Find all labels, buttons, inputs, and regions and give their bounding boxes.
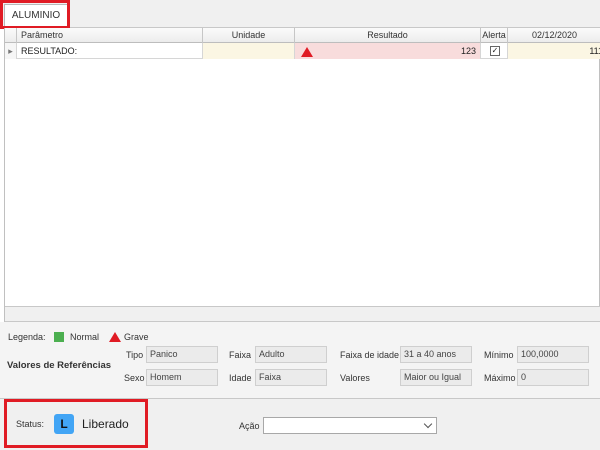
resultado-value: 123 — [460, 46, 476, 56]
column-header-unidade[interactable]: Unidade — [203, 28, 295, 43]
row-indicator-header — [5, 28, 17, 43]
maximo-field: 0 — [517, 369, 589, 386]
row-arrow-icon: ▸ — [8, 46, 13, 56]
tipo-label: Tipo — [126, 350, 144, 360]
minimo-field: 100,0000 — [517, 346, 589, 363]
grid-horizontal-scrollbar[interactable] — [5, 306, 600, 322]
status-value: Liberado — [82, 417, 129, 431]
idade-field: Faixa — [255, 369, 327, 386]
normal-legend-icon — [54, 332, 64, 342]
tab-aluminio[interactable]: ALUMINIO — [4, 4, 68, 28]
alerta-checkbox[interactable]: ✓ — [490, 46, 500, 56]
valores-field: Maior ou Igual — [400, 369, 472, 386]
idade-label: Idade — [229, 373, 252, 383]
tab-strip: ALUMINIO — [0, 0, 600, 28]
cell-resultado[interactable]: 123 — [295, 43, 481, 59]
table-row[interactable]: ▸ RESULTADO: 123 ✓ 111 — [5, 43, 600, 59]
status-badge: L — [54, 414, 74, 434]
faixa-label: Faixa — [229, 350, 252, 360]
acao-label: Ação — [239, 421, 260, 431]
checkmark-icon: ✓ — [491, 46, 499, 55]
results-grid: Parâmetro Unidade Resultado Alerta 02/12… — [4, 28, 600, 322]
historico-value: 111 — [589, 46, 600, 56]
cell-alerta[interactable]: ✓ — [481, 43, 508, 59]
valores-label: Valores — [340, 373, 370, 383]
maximo-label: Máximo — [484, 373, 516, 383]
cell-date-value[interactable]: 111 — [508, 43, 600, 59]
column-header-resultado[interactable]: Resultado — [295, 28, 481, 43]
chevron-down-icon[interactable] — [423, 419, 433, 429]
minimo-label: Mínimo — [484, 350, 514, 360]
grave-alert-icon — [301, 47, 313, 57]
legend-title: Legenda: — [8, 332, 46, 342]
sexo-field: Homem — [146, 369, 218, 386]
faixa-idade-field: 31 a 40 anos — [400, 346, 472, 363]
sexo-label: Sexo — [124, 373, 145, 383]
faixa-field: Adulto — [255, 346, 327, 363]
grid-header: Parâmetro Unidade Resultado Alerta 02/12… — [5, 28, 600, 43]
column-header-date[interactable]: 02/12/2020 — [508, 28, 600, 43]
legend-normal-label: Normal — [70, 332, 100, 342]
faixa-idade-label: Faixa de idade — [340, 350, 400, 360]
grave-legend-icon — [109, 332, 121, 342]
cell-unidade[interactable] — [203, 43, 295, 59]
column-header-parametro[interactable]: Parâmetro — [17, 28, 203, 43]
legend-grave-label: Grave — [124, 332, 149, 342]
cell-parametro[interactable]: RESULTADO: — [17, 43, 203, 59]
reference-title: Valores de Referências — [7, 360, 112, 371]
column-header-alerta[interactable]: Alerta — [481, 28, 508, 43]
tipo-field: Panico — [146, 346, 218, 363]
acao-select[interactable] — [263, 417, 437, 434]
row-indicator[interactable]: ▸ — [5, 43, 17, 59]
status-label: Status: — [16, 419, 45, 429]
